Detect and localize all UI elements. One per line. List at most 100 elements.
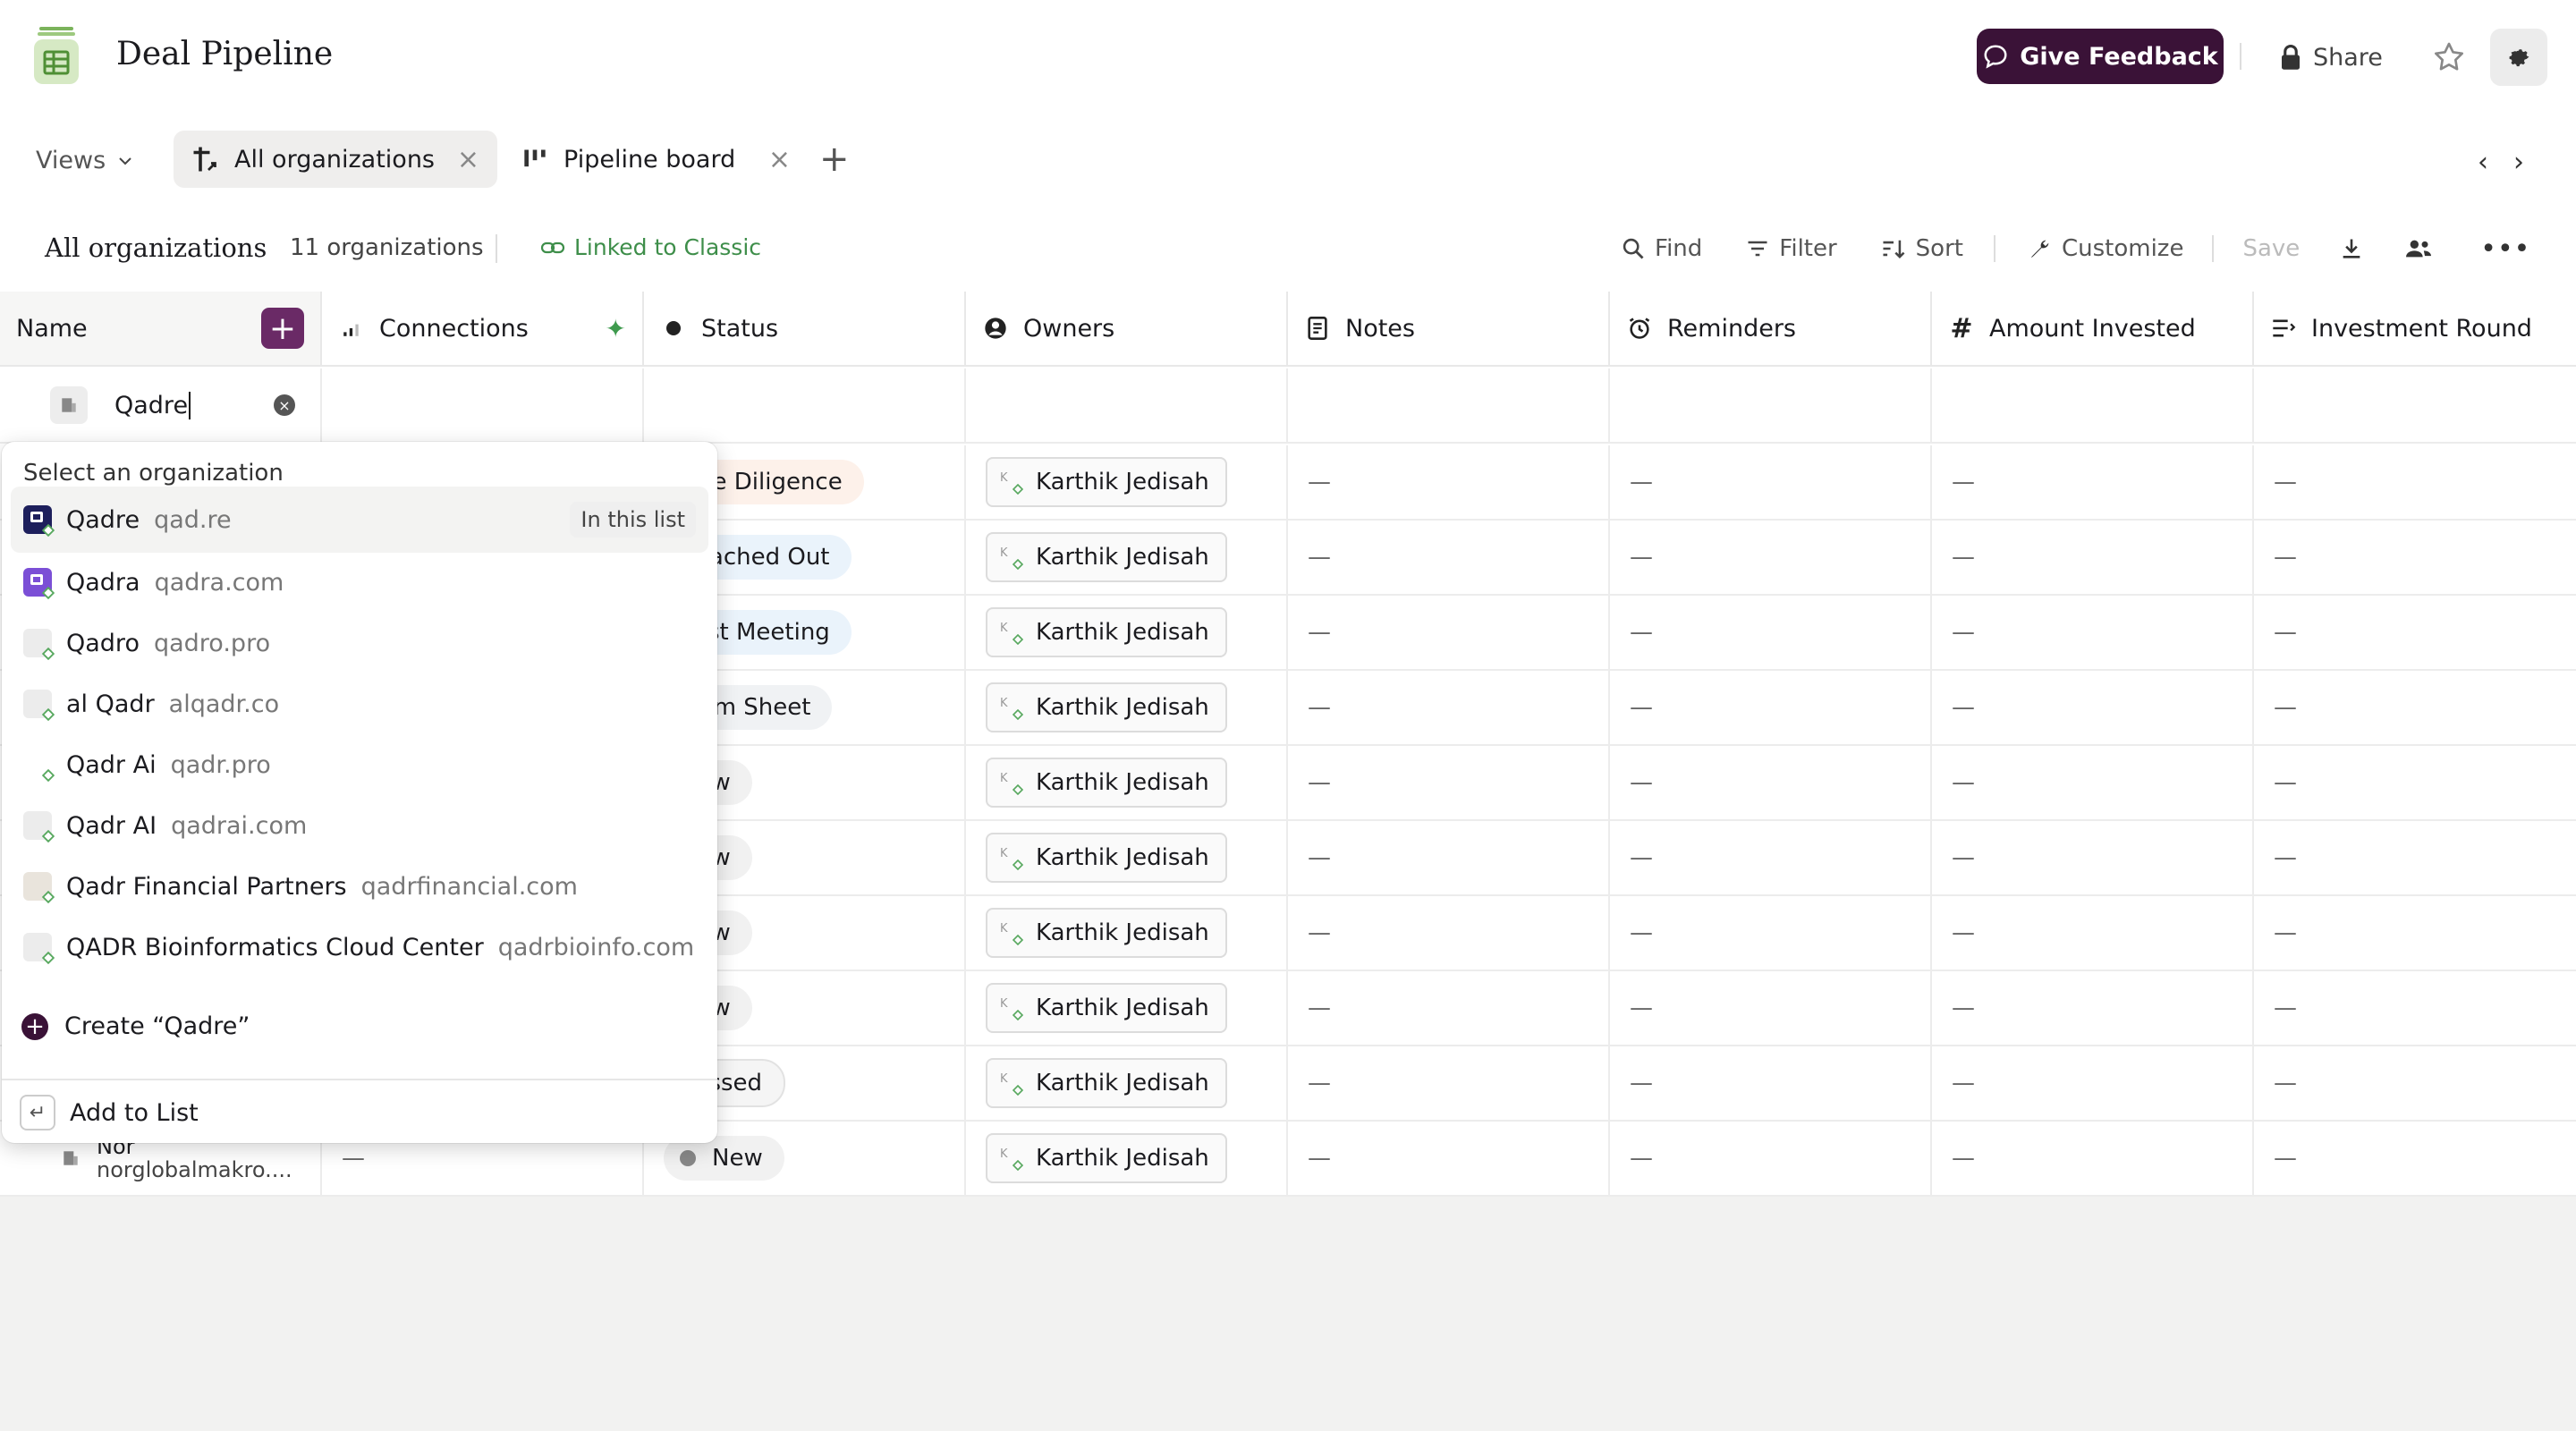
column-header-investment-round[interactable]: Investment Round [2254,292,2576,367]
column-header-amount-invested[interactable]: # Amount Invested [1932,292,2254,367]
grid-cell[interactable]: — [1932,445,2254,519]
grid-cell[interactable]: — [1288,746,1610,819]
owner-chip[interactable]: K Karthik Jedisah [986,1058,1227,1108]
grid-cell[interactable]: — [1288,1046,1610,1120]
grid-cell[interactable]: — [2254,1122,2576,1195]
grid-cell[interactable]: — [1932,1122,2254,1195]
grid-cell[interactable]: — [1288,596,1610,669]
chevron-left-icon[interactable]: ‹ [2478,147,2488,178]
linked-to-classic-link[interactable]: Linked to Classic [540,234,761,260]
grid-cell[interactable]: — [1932,1046,2254,1120]
grid-cell[interactable]: — [1932,671,2254,744]
grid-cell[interactable]: — [1610,1122,1932,1195]
grid-cell[interactable]: — [1288,445,1610,519]
owner-chip[interactable]: K Karthik Jedisah [986,457,1227,507]
owners-cell[interactable]: K Karthik Jedisah [966,445,1288,519]
grid-cell[interactable]: — [1932,821,2254,894]
owner-chip[interactable]: K Karthik Jedisah [986,983,1227,1033]
close-icon[interactable]: × [457,144,479,175]
grid-cell[interactable]: — [2254,521,2576,594]
grid-cell[interactable]: — [1288,671,1610,744]
grid-cell[interactable]: — [1932,896,2254,970]
grid-cell[interactable]: — [1610,596,1932,669]
owner-chip[interactable]: K Karthik Jedisah [986,1133,1227,1183]
owners-cell[interactable]: K Karthik Jedisah [966,596,1288,669]
organization-option[interactable]: Qadre qad.re In this list [11,487,708,553]
save-button[interactable]: Save [2242,235,2300,262]
owners-cell[interactable]: K Karthik Jedisah [966,896,1288,970]
grid-cell[interactable]: — [2254,671,2576,744]
owners-cell[interactable]: K Karthik Jedisah [966,671,1288,744]
grid-cell[interactable]: — [2254,1046,2576,1120]
grid-cell[interactable]: — [2254,971,2576,1045]
grid-cell[interactable]: — [1288,1122,1610,1195]
column-header-notes[interactable]: Notes [1288,292,1610,367]
grid-cell[interactable]: — [1932,971,2254,1045]
owner-chip[interactable]: K Karthik Jedisah [986,607,1227,657]
grid-cell[interactable]: — [2254,746,2576,819]
grid-cell[interactable]: — [1610,671,1932,744]
column-header-name[interactable]: Name + [0,292,322,367]
find-button[interactable]: Find [1621,235,1702,262]
grid-cell[interactable]: — [1288,821,1610,894]
owner-chip[interactable]: K Karthik Jedisah [986,532,1227,582]
owners-cell[interactable]: K Karthik Jedisah [966,821,1288,894]
grid-cell[interactable]: — [1610,1046,1932,1120]
download-icon[interactable] [2339,236,2364,261]
organization-option[interactable]: Qadr Ai qadr.pro [11,735,708,794]
grid-cell[interactable]: — [2254,821,2576,894]
column-header-owners[interactable]: Owners [966,292,1288,367]
column-header-connections[interactable]: Connections ✦ [322,292,644,367]
organization-option[interactable]: Qadr Financial Partners qadrfinancial.com [11,857,708,916]
organization-option[interactable]: Qadra qadra.com [11,553,708,612]
add-to-list-button[interactable]: ↵ Add to List [20,1095,199,1130]
owner-chip[interactable]: K Karthik Jedisah [986,682,1227,732]
organization-option[interactable]: Qadr AI qadrai.com [11,796,708,855]
grid-cell[interactable]: — [1288,521,1610,594]
tab-all-organizations[interactable]: All organizations × [174,131,497,188]
close-icon[interactable]: × [768,144,791,175]
column-header-reminders[interactable]: Reminders [1610,292,1932,367]
grid-cell[interactable]: — [2254,445,2576,519]
customize-button[interactable]: Customize [2028,235,2183,262]
grid-cell[interactable]: — [1610,521,1932,594]
create-organization-option[interactable]: + Create “Qadre” [21,1012,250,1040]
add-record-button[interactable]: + [261,308,304,349]
add-view-button[interactable]: + [819,141,850,177]
settings-button[interactable] [2490,29,2547,86]
grid-cell[interactable]: — [1610,971,1932,1045]
grid-cell[interactable]: — [1932,596,2254,669]
column-header-status[interactable]: Status [644,292,966,367]
grid-cell[interactable]: — [1610,445,1932,519]
sort-button[interactable]: Sort [1880,235,1963,262]
owner-chip[interactable]: K Karthik Jedisah [986,908,1227,958]
tab-pipeline-board[interactable]: Pipeline board × [522,131,791,188]
star-icon[interactable] [2431,39,2467,75]
grid-cell[interactable]: — [1610,896,1932,970]
owner-chip[interactable]: K Karthik Jedisah [986,833,1227,883]
more-icon[interactable]: ••• [2480,233,2530,265]
owners-cell[interactable]: K Karthik Jedisah [966,521,1288,594]
views-dropdown[interactable]: Views [36,147,134,174]
grid-cell[interactable]: — [1610,746,1932,819]
owners-cell[interactable]: K Karthik Jedisah [966,1122,1288,1195]
grid-cell[interactable]: — [1932,746,2254,819]
people-icon[interactable] [2403,236,2434,261]
grid-cell[interactable]: — [1288,971,1610,1045]
organization-option[interactable]: QADR Bioinformatics Cloud Center qadrbioi… [11,918,708,977]
grid-cell[interactable]: — [2254,596,2576,669]
grid-cell[interactable]: — [1932,521,2254,594]
grid-cell[interactable]: — [1610,821,1932,894]
owners-cell[interactable]: K Karthik Jedisah [966,971,1288,1045]
share-button[interactable]: Share [2279,38,2383,77]
owners-cell[interactable]: K Karthik Jedisah [966,746,1288,819]
organization-search-input[interactable]: Qadre [114,391,191,419]
owners-cell[interactable]: K Karthik Jedisah [966,1046,1288,1120]
grid-cell[interactable]: — [1288,896,1610,970]
organization-option[interactable]: Qadro qadro.pro [11,614,708,673]
give-feedback-button[interactable]: Give Feedback [1977,29,2224,84]
grid-cell[interactable]: — [2254,896,2576,970]
organization-option[interactable]: al Qadr alqadr.co [11,674,708,733]
clear-input-icon[interactable]: × [274,394,295,416]
owner-chip[interactable]: K Karthik Jedisah [986,758,1227,808]
